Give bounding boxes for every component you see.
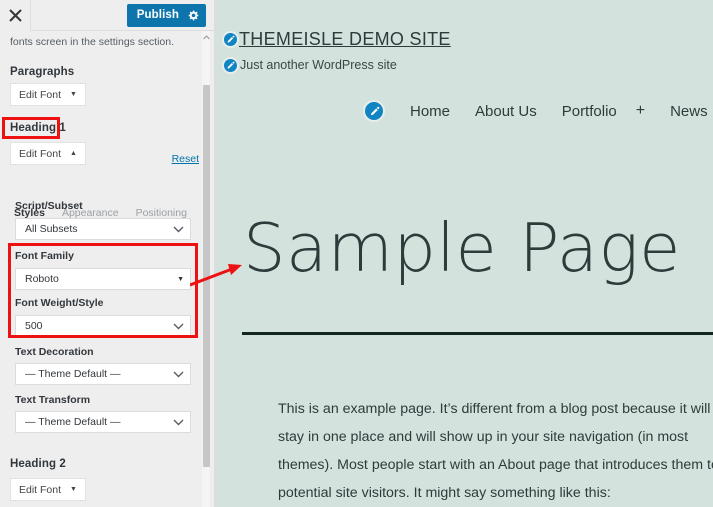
intro-note: fonts screen in the settings section. — [10, 36, 175, 48]
font-weight-style-value: 500 — [25, 320, 43, 332]
chevron-up-icon: ▲ — [70, 150, 77, 157]
edit-font-label: Edit Font — [19, 147, 62, 160]
page-title: Sample Page — [243, 209, 681, 287]
nav-item-portfolio[interactable]: Portfolio — [562, 103, 617, 120]
section-title-heading-1: Heading 1 — [10, 122, 66, 134]
tagline-row: Just another WordPress site — [222, 57, 397, 74]
edit-font-label: Edit Font — [19, 88, 62, 101]
nav-item-news[interactable]: News — [670, 103, 708, 120]
site-tagline[interactable]: Just another WordPress site — [240, 58, 397, 73]
script-subset-value: All Subsets — [25, 223, 78, 235]
section-title-heading-2: Heading 2 — [10, 458, 66, 470]
customizer-panel: Publish fonts screen in the settings sec… — [0, 0, 215, 507]
chevron-down-icon — [173, 419, 184, 426]
edit-font-label: Edit Font — [19, 483, 62, 496]
field-label-font-family: Font Family — [15, 250, 74, 262]
pencil-edit-icon[interactable] — [222, 57, 239, 74]
text-decoration-select[interactable]: — Theme Default — — [15, 363, 191, 385]
site-title-row: THEMEISLE DEMO SITE — [222, 29, 451, 50]
edit-font-button-heading-1[interactable]: Edit Font ▲ — [10, 142, 86, 165]
publish-button-label: Publish — [136, 8, 179, 21]
text-transform-select[interactable]: — Theme Default — — [15, 411, 191, 433]
section-title-paragraphs: Paragraphs — [10, 66, 75, 78]
pencil-edit-icon[interactable] — [222, 31, 239, 49]
scroll-up-arrow-icon[interactable] — [202, 32, 211, 42]
font-family-value: Roboto — [25, 273, 59, 285]
publish-button[interactable]: Publish — [126, 4, 206, 27]
close-icon — [8, 9, 22, 22]
nav-item-about-us[interactable]: About Us — [475, 103, 537, 120]
site-title[interactable]: THEMEISLE DEMO SITE — [239, 29, 451, 50]
font-family-select[interactable]: Roboto ▼ — [15, 268, 191, 290]
text-decoration-value: — Theme Default — — [25, 368, 121, 380]
field-label-script-subset: Script/Subset — [15, 200, 83, 212]
field-label-text-decoration: Text Decoration — [15, 346, 94, 358]
pencil-edit-icon[interactable] — [363, 100, 385, 122]
edit-font-button-heading-2[interactable]: Edit Font ▼ — [10, 478, 86, 501]
chevron-down-icon — [173, 323, 184, 330]
chevron-down-icon: ▼ — [70, 91, 77, 98]
site-preview: THEMEISLE DEMO SITE Just another WordPre… — [215, 0, 713, 507]
caret-down-icon: ▼ — [177, 275, 184, 283]
panel-scrollbar-thumb[interactable] — [203, 85, 210, 467]
primary-navigation: Home About Us Portfolio + News Conta — [363, 100, 713, 122]
field-label-font-weight-style: Font Weight/Style — [15, 297, 104, 309]
script-subset-select[interactable]: All Subsets — [15, 218, 191, 240]
customizer-screen: Publish fonts screen in the settings sec… — [0, 0, 713, 507]
page-body-paragraph: This is an example page. It’s different … — [278, 401, 713, 501]
customizer-header: Publish — [0, 0, 214, 31]
nav-item-more[interactable]: + — [636, 102, 645, 120]
chevron-down-icon — [173, 371, 184, 378]
reset-link[interactable]: Reset — [172, 153, 199, 165]
gear-icon[interactable] — [188, 10, 199, 21]
font-weight-style-select[interactable]: 500 — [15, 315, 191, 337]
close-button[interactable] — [0, 0, 31, 31]
chevron-down-icon: ▼ — [70, 486, 77, 493]
edit-font-button-paragraphs[interactable]: Edit Font ▼ — [10, 83, 86, 106]
heading-divider — [242, 332, 713, 335]
text-transform-value: — Theme Default — — [25, 416, 121, 428]
field-label-text-transform: Text Transform — [15, 394, 91, 406]
customizer-body: fonts screen in the settings section. Pa… — [0, 31, 214, 507]
chevron-down-icon — [173, 226, 184, 233]
nav-item-home[interactable]: Home — [410, 103, 450, 120]
